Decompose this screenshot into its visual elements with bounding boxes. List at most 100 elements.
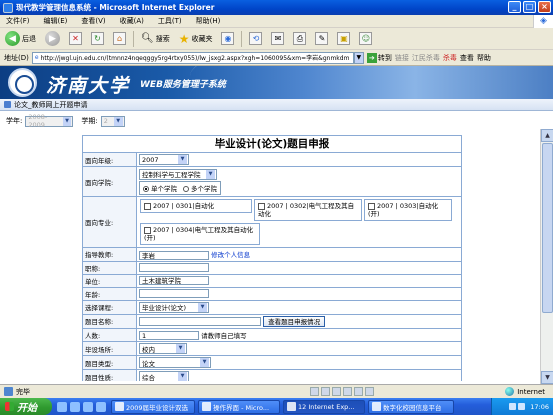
menu-edit[interactable]: 编辑(E) [44,16,68,26]
links-label[interactable]: 链接 [395,53,409,63]
university-name: 济南大学 [46,75,131,97]
view-topics-button[interactable]: 查看题目申报情况 [263,315,326,327]
radio-selected-icon [143,185,149,192]
site-banner: 济南大学 WEB服务管理子系统 [0,66,553,99]
window-titlebar: 现代教学管理信息系统 - Microsoft Internet Explorer… [0,0,553,15]
back-button[interactable]: ◀ 后退 [3,30,38,48]
forward-button[interactable]: ▶ [43,30,62,48]
home-button[interactable]: ⌂ [111,30,128,48]
system-tray: 17:06 [491,398,553,415]
chevron-down-icon: ▼ [200,358,209,367]
grade-value: 2007 [142,155,159,164]
nature-select[interactable]: 综合 ▼ [139,371,189,381]
go-button[interactable]: ➔ 转到 [366,52,392,63]
search-check-button[interactable]: 查看 [460,53,474,63]
people-label: 人数: [82,327,137,342]
menu-bar: 文件(F) 编辑(E) 查看(V) 收藏(A) 工具(T) 帮助(H) ◈ [0,15,553,28]
media-button[interactable]: ◉ [219,30,236,48]
quick-launch-icon[interactable] [57,401,67,412]
major-option[interactable]: 2007 | 0302|电气工程及其自动化 [254,199,362,221]
edit-icon: ✎ [315,32,329,45]
taskbar-item[interactable]: 12 Internet Exp... [283,399,365,414]
age-input[interactable] [139,289,209,298]
taskbar-item[interactable]: 操作界面 - Micro... [198,399,280,414]
venue-select[interactable]: 校内 ▼ [139,343,187,354]
vertical-scrollbar[interactable]: ▲ ▼ [540,129,553,384]
favorites-button[interactable]: ★ 收藏夹 [177,30,215,48]
chevron-down-icon: ▼ [62,116,72,126]
help-button[interactable]: 帮助 [477,53,491,63]
refresh-button[interactable]: ↻ [89,30,106,48]
topic-input[interactable] [139,316,261,326]
messenger-button[interactable]: ☺ [357,30,374,48]
type-select[interactable]: 论文 ▼ [139,357,211,368]
tray-icon[interactable] [518,403,526,410]
major-option[interactable]: 2007 | 0304|电气工程及其自动化(开) [140,223,260,245]
banner-decoration [190,66,553,99]
edit-button[interactable]: ✎ [313,30,330,48]
multi-college-option[interactable]: 多个学院 [183,183,217,193]
scroll-down-icon[interactable]: ▼ [541,371,553,384]
grade-select[interactable]: 2007 ▼ [139,154,189,165]
close-button[interactable]: × [538,1,551,13]
term-select[interactable]: 2 ▼ [100,115,125,127]
edit-info-link[interactable]: 修改个人信息 [211,251,250,259]
search-button[interactable]: 🔍︎ 搜索 [139,30,172,48]
mail-button[interactable]: ✉ [269,30,286,48]
taskbar-item[interactable]: 2009届毕业设计双选 [111,399,195,414]
taskbar-item-label: 数字化校园信息平台 [383,403,442,412]
messenger-icon: ☺ [359,32,373,45]
checkbox-icon [258,202,265,210]
unit-input[interactable]: 土木建筑学院 [139,276,209,285]
type-label: 题目类型: [82,355,137,370]
menu-view[interactable]: 查看(V) [81,16,105,26]
killvirus-button[interactable]: 杀毒 [443,53,457,63]
menu-file[interactable]: 文件(F) [6,16,30,26]
address-dropdown[interactable]: ▼ [353,51,364,64]
history-icon: ⟲ [249,32,263,45]
taskbar-item[interactable]: 数字化校园信息平台 [368,399,454,414]
quick-launch-icon[interactable] [70,401,80,412]
stop-button[interactable]: ✕ [67,30,84,48]
advisor-label: 指导教师: [82,247,137,262]
maximize-button[interactable]: □ [523,1,536,13]
discuss-button[interactable]: ▣ [335,30,352,48]
history-button[interactable]: ⟲ [247,30,264,48]
menu-favorites[interactable]: 收藏(A) [120,16,144,26]
college-select[interactable]: 控制科学与工程学院 ▼ [139,168,217,180]
windows-flag-icon [5,402,14,411]
taskbar: 开始 2009届毕业设计双选 操作界面 - Micro... 12 Intern… [0,398,553,415]
print-button[interactable]: ⎙ [291,30,308,48]
quick-launch-icon[interactable] [83,401,93,412]
back-arrow-icon: ◀ [5,31,20,46]
major-option[interactable]: 2007 | 0301|自动化 [140,199,252,213]
favorites-star-icon: ★ [178,31,190,46]
toolbar-separator [133,30,134,47]
zone-label: Internet [517,387,545,396]
single-college-label: 单个学院 [151,184,177,193]
course-select[interactable]: 毕业设计(论文) ▼ [139,301,209,313]
refresh-icon: ↻ [91,32,104,45]
go-arrow-icon: ➔ [366,52,377,63]
security-zone: Internet [505,387,545,396]
people-input[interactable]: 1 [139,331,199,340]
title-rank-input[interactable] [139,263,209,272]
advisor-input[interactable]: 李岩 [139,250,209,260]
tray-icon[interactable] [509,403,517,410]
scroll-up-icon[interactable]: ▲ [541,129,553,142]
single-college-option[interactable]: 单个学院 [143,183,177,193]
checkbox-icon [368,202,375,210]
status-bar: 完毕 Internet [0,384,553,398]
minimize-button[interactable]: _ [508,1,521,13]
quick-launch-icon[interactable] [96,401,106,412]
mail-icon: ✉ [271,32,285,45]
jiangmin-label[interactable]: 江民杀毒 [412,53,440,63]
start-button[interactable]: 开始 [0,398,52,415]
menu-tools[interactable]: 工具(T) [158,16,182,26]
scrollbar-thumb[interactable] [542,143,553,313]
major-option[interactable]: 2007 | 0303|自动化(开) [364,199,452,221]
year-select[interactable]: 2008-2009 ▼ [25,113,74,129]
menu-help[interactable]: 帮助(H) [196,16,221,26]
address-input[interactable]: e http://jwgl.ujn.edu.cn/(tmnnz4nqeqggy5… [31,51,354,64]
app-icon [372,402,381,411]
